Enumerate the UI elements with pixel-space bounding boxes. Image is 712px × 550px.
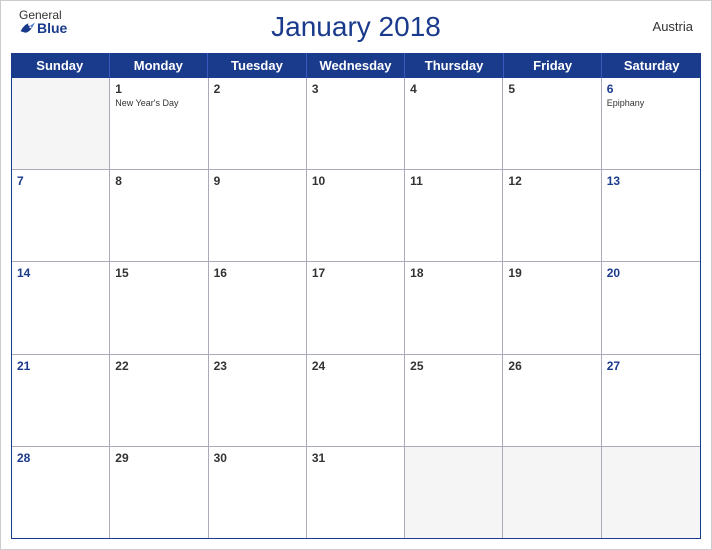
day-number: 13 [607, 174, 695, 188]
week-row-2: 789 10 11 12 13 [12, 170, 700, 262]
day-cell-0-2: 2 [209, 78, 307, 169]
day-cell-2-0: 14 [12, 262, 110, 353]
day-number: 1 [115, 82, 202, 96]
header-wednesday: Wednesday [307, 53, 406, 78]
day-cell-1-1: 8 [110, 170, 208, 261]
day-number: 23 [214, 359, 301, 373]
day-cell-0-3: 3 [307, 78, 405, 169]
day-number: 26 [508, 359, 595, 373]
day-cell-2-4: 18 [405, 262, 503, 353]
day-headers-row: Sunday Monday Tuesday Wednesday Thursday… [11, 53, 701, 78]
calendar-container: General Blue January 2018 Austria Sunday… [0, 0, 712, 550]
day-number: 17 [312, 266, 399, 280]
week-row-1: 1 New Year's Day 23456 Epiphany [12, 78, 700, 170]
calendar-header: General Blue January 2018 Austria [1, 1, 711, 48]
day-number: 29 [115, 451, 202, 465]
day-cell-1-4: 11 [405, 170, 503, 261]
calendar-title: January 2018 [271, 11, 441, 43]
day-cell-4-6 [602, 447, 700, 538]
day-cell-1-3: 10 [307, 170, 405, 261]
day-number: 30 [214, 451, 301, 465]
holiday-name: Epiphany [607, 98, 695, 109]
day-cell-2-6: 20 [602, 262, 700, 353]
day-number: 9 [214, 174, 301, 188]
day-number: 7 [17, 174, 104, 188]
day-cell-0-1: 1 New Year's Day [110, 78, 208, 169]
day-number: 16 [214, 266, 301, 280]
weeks-container: 1New Year's Day23456Epiphany789101112131… [11, 78, 701, 539]
day-number: 22 [115, 359, 202, 373]
day-number: 15 [115, 266, 202, 280]
day-cell-0-6: 6 Epiphany [602, 78, 700, 169]
day-cell-3-2: 23 [209, 355, 307, 446]
header-saturday: Saturday [602, 53, 701, 78]
day-number: 28 [17, 451, 104, 465]
logo-blue-text: Blue [19, 21, 67, 35]
holiday-name: New Year's Day [115, 98, 202, 109]
day-number: 20 [607, 266, 695, 280]
day-cell-3-6: 27 [602, 355, 700, 446]
week-row-4: 21 22 23 24 25 26 27 [12, 355, 700, 447]
header-tuesday: Tuesday [208, 53, 307, 78]
day-number: 14 [17, 266, 104, 280]
header-thursday: Thursday [405, 53, 504, 78]
calendar-table: Sunday Monday Tuesday Wednesday Thursday… [11, 53, 701, 539]
day-cell-0-5: 5 [503, 78, 601, 169]
day-cell-3-0: 21 [12, 355, 110, 446]
day-number: 21 [17, 359, 104, 373]
day-cell-2-3: 17 [307, 262, 405, 353]
day-number: 24 [312, 359, 399, 373]
day-cell-2-2: 16 [209, 262, 307, 353]
day-cell-2-5: 19 [503, 262, 601, 353]
day-cell-4-4 [405, 447, 503, 538]
day-number: 11 [410, 174, 497, 188]
day-number: 8 [115, 174, 202, 188]
day-cell-2-1: 15 [110, 262, 208, 353]
day-number: 18 [410, 266, 497, 280]
day-number: 12 [508, 174, 595, 188]
day-cell-4-3: 31 [307, 447, 405, 538]
day-number: 31 [312, 451, 399, 465]
day-number: 6 [607, 82, 695, 96]
day-number: 3 [312, 82, 399, 96]
day-cell-3-4: 25 [405, 355, 503, 446]
day-cell-1-0: 7 [12, 170, 110, 261]
logo-bird-icon [19, 21, 35, 35]
day-number: 4 [410, 82, 497, 96]
logo: General Blue [19, 9, 67, 35]
day-number: 2 [214, 82, 301, 96]
day-cell-3-1: 22 [110, 355, 208, 446]
day-cell-1-6: 13 [602, 170, 700, 261]
day-number: 25 [410, 359, 497, 373]
day-cell-3-3: 24 [307, 355, 405, 446]
header-sunday: Sunday [11, 53, 110, 78]
day-cell-4-5 [503, 447, 601, 538]
day-cell-1-2: 9 [209, 170, 307, 261]
day-number: 5 [508, 82, 595, 96]
day-cell-0-4: 4 [405, 78, 503, 169]
header-monday: Monday [110, 53, 209, 78]
day-cell-4-1: 29 [110, 447, 208, 538]
country-label: Austria [653, 19, 693, 34]
week-row-3: 14 15 16 17 18 19 20 [12, 262, 700, 354]
day-cell-4-2: 30 [209, 447, 307, 538]
day-cell-1-5: 12 [503, 170, 601, 261]
day-cell-0-0 [12, 78, 110, 169]
day-number: 19 [508, 266, 595, 280]
day-number: 10 [312, 174, 399, 188]
day-cell-3-5: 26 [503, 355, 601, 446]
day-number: 27 [607, 359, 695, 373]
week-row-5: 28 29 30 31 [12, 447, 700, 538]
header-friday: Friday [504, 53, 603, 78]
day-cell-4-0: 28 [12, 447, 110, 538]
